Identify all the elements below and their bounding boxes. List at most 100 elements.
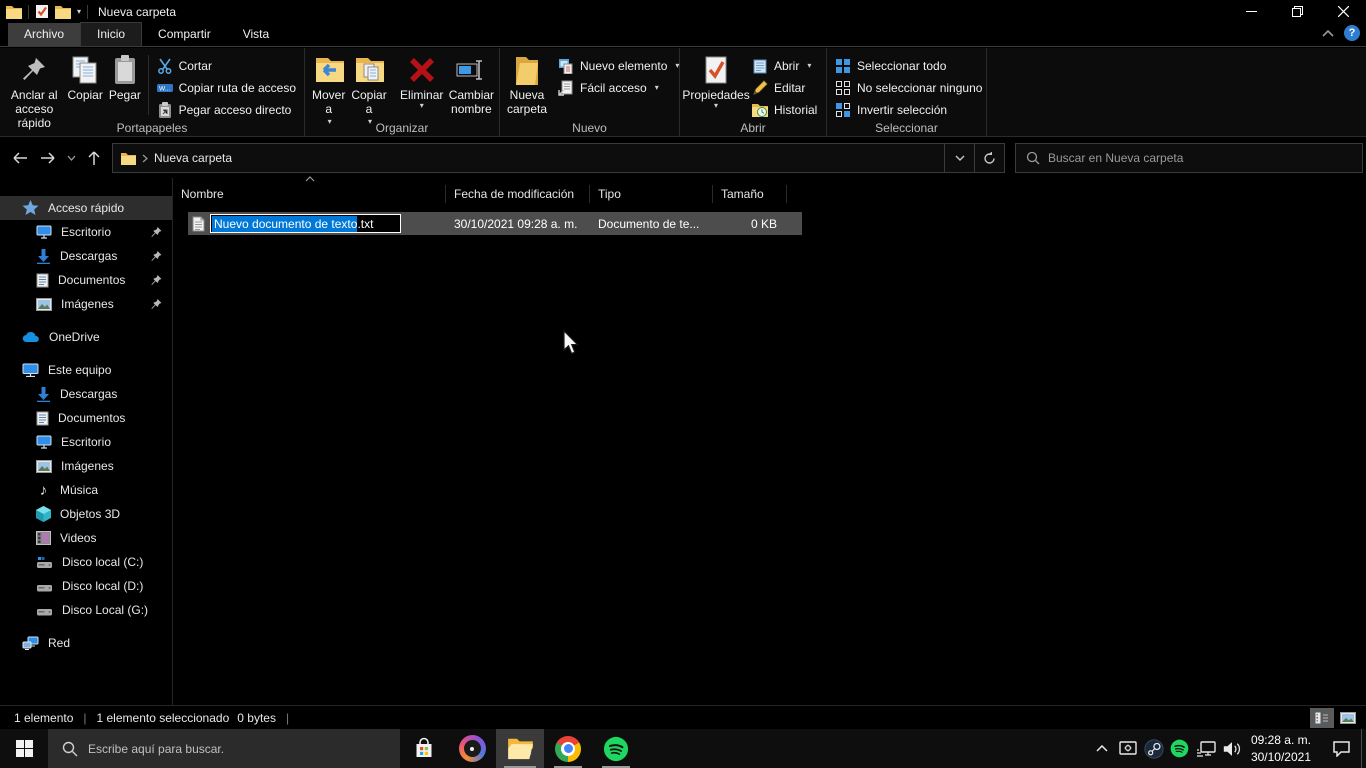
- copy-to-button[interactable]: Copiar a ▾: [348, 51, 389, 128]
- move-to-button[interactable]: Mover a ▾: [309, 51, 348, 128]
- sidebar-item-disk-c[interactable]: Disco local (C:): [0, 550, 172, 574]
- start-button[interactable]: [0, 729, 48, 768]
- easy-access-icon: [558, 80, 574, 96]
- tab-inicio[interactable]: Inicio: [80, 22, 143, 46]
- easy-access-button[interactable]: Fácil acceso ▾: [554, 77, 683, 98]
- qat-customize-chevron-icon[interactable]: ▾: [77, 7, 81, 16]
- taskbar-search-box[interactable]: [48, 729, 400, 768]
- rename-input[interactable]: Nuevo documento de texto .txt: [210, 214, 402, 233]
- ribbon-group-organize: Mover a ▾ Copiar a ▾ Eliminar ▾ Cambiar …: [305, 48, 500, 137]
- sidebar-item-este-equipo[interactable]: Este equipo: [0, 358, 172, 382]
- sidebar-item-pc-imagenes[interactable]: Imágenes: [0, 454, 172, 478]
- taskbar-app-explorer[interactable]: [496, 729, 544, 768]
- cut-button[interactable]: Cortar: [153, 55, 300, 76]
- collapse-ribbon-chevron-icon[interactable]: [1322, 29, 1334, 37]
- sidebar-item-disk-d[interactable]: Disco local (D:): [0, 574, 172, 598]
- navigation-pane: Acceso rápido Escritorio Descargas Docum…: [0, 178, 173, 705]
- recent-locations-chevron-icon[interactable]: [62, 144, 80, 172]
- copy-button[interactable]: Copiar: [64, 51, 105, 105]
- select-none-button[interactable]: No seleccionar ninguno: [831, 77, 986, 98]
- close-button[interactable]: [1320, 0, 1366, 23]
- column-header-nombre[interactable]: Nombre: [173, 176, 446, 203]
- edit-button[interactable]: Editar: [748, 77, 821, 98]
- tray-volume-icon[interactable]: [1219, 741, 1245, 757]
- qat-separator2: [87, 4, 89, 19]
- qat-properties-icon[interactable]: [35, 4, 49, 19]
- tray-chevron-up-icon[interactable]: [1089, 745, 1115, 752]
- restore-button[interactable]: [1274, 0, 1320, 23]
- column-header-fecha[interactable]: Fecha de modificación: [446, 185, 590, 203]
- up-button[interactable]: [80, 144, 108, 172]
- titlebar: ▾ Nueva carpeta: [0, 0, 1366, 23]
- taskbar-app-spotify[interactable]: [592, 729, 640, 768]
- taskbar-app-music[interactable]: [448, 729, 496, 768]
- new-folder-button[interactable]: Nueva carpeta: [504, 51, 550, 119]
- qat-new-folder-icon[interactable]: [55, 5, 71, 19]
- delete-button[interactable]: Eliminar ▾: [398, 51, 446, 111]
- tab-archivo[interactable]: Archivo: [8, 23, 81, 46]
- explorer-search-box[interactable]: [1015, 143, 1363, 173]
- breadcrumb[interactable]: Nueva carpeta: [154, 151, 232, 165]
- svg-text:W...: W...: [159, 85, 170, 92]
- file-explorer-icon: [507, 738, 533, 760]
- quick-access-star-icon: [22, 200, 39, 216]
- tray-spotify-icon[interactable]: [1167, 739, 1193, 758]
- minimize-button[interactable]: [1228, 0, 1274, 23]
- details-view-button[interactable]: [1310, 708, 1334, 728]
- open-button[interactable]: Abrir ▾: [748, 55, 821, 76]
- taskbar-app-store[interactable]: [400, 729, 448, 768]
- rename-button[interactable]: Cambiar nombre: [446, 51, 497, 119]
- file-row-selected[interactable]: Nuevo documento de texto .txt 30/10/2021 …: [188, 212, 802, 235]
- column-header-tipo[interactable]: Tipo: [590, 185, 713, 203]
- column-header-tamano[interactable]: Tamaño: [713, 185, 787, 203]
- back-button[interactable]: [6, 144, 34, 172]
- forward-button[interactable]: [34, 144, 62, 172]
- action-center-button[interactable]: [1321, 740, 1361, 757]
- thumbnails-view-button[interactable]: [1336, 708, 1360, 728]
- tab-vista[interactable]: Vista: [227, 23, 285, 46]
- sidebar-item-quick-access[interactable]: Acceso rápido: [0, 196, 172, 220]
- paste-shortcut-button[interactable]: Pegar acceso directo: [153, 99, 300, 120]
- breadcrumb-folder-icon: [121, 152, 136, 165]
- sidebar-item-onedrive[interactable]: OneDrive: [0, 325, 172, 349]
- selected-size: 0 bytes: [237, 710, 276, 725]
- invert-selection-button[interactable]: Invertir selección: [831, 99, 986, 120]
- address-dropdown-chevron-icon[interactable]: [944, 144, 974, 172]
- sidebar-item-imagenes-pinned[interactable]: Imágenes: [0, 292, 172, 316]
- sidebar-item-red[interactable]: Red: [0, 631, 172, 655]
- sidebar-item-pc-documentos[interactable]: Documentos: [0, 406, 172, 430]
- download-arrow-icon: [36, 386, 51, 402]
- paste-button[interactable]: Pegar: [106, 51, 144, 105]
- help-icon[interactable]: ?: [1344, 25, 1360, 41]
- show-desktop-button[interactable]: [1361, 729, 1366, 768]
- explorer-search-input[interactable]: [1048, 151, 1362, 165]
- address-bar[interactable]: Nueva carpeta: [112, 143, 1005, 173]
- taskbar-clock[interactable]: 09:28 a. m. 30/10/2021: [1245, 732, 1321, 764]
- group-label-open: Abrir: [740, 121, 766, 135]
- new-item-button[interactable]: Nuevo elemento ▾: [554, 55, 683, 76]
- select-all-button[interactable]: Seleccionar todo: [831, 55, 986, 76]
- sidebar-item-documentos-pinned[interactable]: Documentos: [0, 268, 172, 292]
- sidebar-item-pc-escritorio[interactable]: Escritorio: [0, 430, 172, 454]
- sidebar-item-pc-descargas[interactable]: Descargas: [0, 382, 172, 406]
- sidebar-item-pc-objetos3d[interactable]: Objetos 3D: [0, 502, 172, 526]
- sidebar-item-disk-g[interactable]: Disco Local (G:): [0, 598, 172, 622]
- taskbar-app-chrome[interactable]: [544, 729, 592, 768]
- dropdown-caret-icon: ▾: [419, 100, 424, 110]
- refresh-icon[interactable]: [974, 144, 1004, 172]
- desktop-icon: [36, 435, 52, 449]
- tab-compartir[interactable]: Compartir: [142, 23, 227, 46]
- tray-display-settings-icon[interactable]: [1115, 740, 1141, 757]
- history-button[interactable]: Historial: [748, 99, 821, 120]
- tray-steam-icon[interactable]: [1141, 738, 1167, 759]
- qat-separator: [28, 4, 29, 19]
- copy-path-button[interactable]: W... Copiar ruta de acceso: [153, 77, 300, 98]
- disk-drive-windows-icon: [36, 556, 53, 569]
- sidebar-item-descargas-pinned[interactable]: Descargas: [0, 244, 172, 268]
- sidebar-item-pc-videos[interactable]: Videos: [0, 526, 172, 550]
- sidebar-item-escritorio-pinned[interactable]: Escritorio: [0, 220, 172, 244]
- tray-network-icon[interactable]: [1193, 740, 1219, 757]
- sidebar-item-pc-musica[interactable]: ♪ Música: [0, 478, 172, 502]
- taskbar-search-input[interactable]: [88, 741, 400, 756]
- properties-button[interactable]: Propiedades ▾: [682, 51, 750, 111]
